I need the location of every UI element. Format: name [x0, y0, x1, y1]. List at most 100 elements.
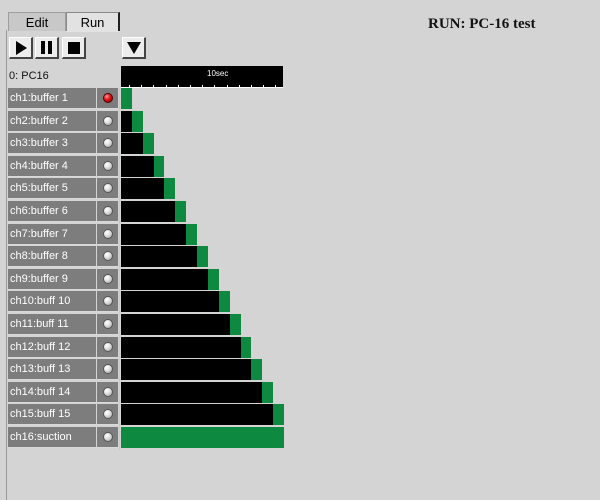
channel-label[interactable]: ch13:buff 13	[8, 359, 96, 381]
segment-off[interactable]	[121, 314, 230, 335]
segment-off[interactable]	[121, 110, 132, 132]
channel-led-toggle[interactable]	[97, 314, 118, 335]
triangle-down-icon	[126, 41, 141, 54]
stop-icon	[67, 41, 80, 54]
segment-off[interactable]	[121, 155, 154, 177]
segment-off[interactable]	[121, 336, 241, 358]
timescale-ruler[interactable]: 10sec	[121, 66, 283, 88]
channel-led-toggle[interactable]	[97, 268, 118, 290]
channel-label[interactable]: ch9:buffer 9	[8, 268, 96, 290]
channel-led-toggle[interactable]	[97, 133, 118, 155]
channel-led-toggle[interactable]	[97, 381, 118, 403]
channel-label[interactable]: ch12:buff 12	[8, 336, 96, 358]
channel-label[interactable]: ch3:buffer 3	[8, 133, 96, 155]
channel-row: ch9:buffer 9	[8, 268, 118, 290]
led-off-icon	[102, 364, 113, 375]
pause-button[interactable]	[35, 37, 59, 59]
channel-led-toggle[interactable]	[97, 246, 118, 268]
segment-on[interactable]	[131, 110, 143, 132]
segment-on[interactable]	[121, 88, 132, 109]
segment-on[interactable]	[121, 427, 284, 448]
segment-off[interactable]	[121, 404, 274, 426]
channel-label[interactable]: ch14:buff 14	[8, 381, 96, 403]
channel-led-toggle[interactable]	[97, 178, 118, 200]
tab-run-indicator	[66, 31, 120, 32]
channel-row: ch12:buff 12	[8, 336, 118, 358]
segment-off[interactable]	[121, 381, 263, 403]
channel-label[interactable]: ch1:buffer 1	[8, 88, 96, 109]
device-label: 0: PC16	[9, 70, 49, 82]
segment-off[interactable]	[121, 201, 176, 222]
channel-label[interactable]: ch8:buffer 8	[8, 246, 96, 268]
channel-label[interactable]: ch5:buffer 5	[8, 178, 96, 200]
channel-label[interactable]: ch2:buffer 2	[8, 110, 96, 132]
channel-led-toggle[interactable]	[97, 427, 118, 448]
channel-row: ch3:buffer 3	[8, 133, 118, 155]
led-off-icon	[102, 251, 113, 262]
led-off-icon	[102, 296, 113, 307]
column-divider	[119, 88, 120, 450]
segment-on[interactable]	[229, 314, 241, 335]
segment-on[interactable]	[218, 291, 230, 313]
segment-on[interactable]	[197, 246, 208, 268]
segment-on[interactable]	[153, 155, 165, 177]
channel-label[interactable]: ch15:buff 15	[8, 404, 96, 426]
led-off-icon	[102, 183, 113, 194]
segment-off[interactable]	[121, 223, 187, 245]
segment-off[interactable]	[121, 178, 165, 200]
segment-on[interactable]	[262, 381, 274, 403]
channel-led-toggle[interactable]	[97, 359, 118, 381]
channel-row: ch15:buff 15	[8, 404, 118, 426]
channel-led-toggle[interactable]	[97, 223, 118, 245]
channel-led-toggle[interactable]	[97, 201, 118, 222]
channel-led-toggle[interactable]	[97, 88, 118, 109]
pause-icon	[41, 41, 52, 54]
tab-run[interactable]: Run	[66, 12, 120, 31]
led-off-icon	[102, 432, 113, 442]
segment-on[interactable]	[251, 359, 263, 381]
channel-label[interactable]: ch7:buffer 7	[8, 223, 96, 245]
segment-on[interactable]	[207, 268, 219, 290]
channel-label[interactable]: ch10:buff 10	[8, 291, 96, 313]
segment-on[interactable]	[240, 336, 252, 358]
segment-on[interactable]	[164, 178, 176, 200]
channel-row: ch2:buffer 2	[8, 110, 118, 132]
tab-edit[interactable]: Edit	[8, 12, 66, 31]
led-off-icon	[102, 319, 113, 329]
channel-led-toggle[interactable]	[97, 155, 118, 177]
channel-label[interactable]: ch6:buffer 6	[8, 201, 96, 222]
channel-led-toggle[interactable]	[97, 291, 118, 313]
segment-off[interactable]	[121, 359, 252, 381]
play-button[interactable]	[9, 37, 33, 59]
led-off-icon	[102, 160, 113, 171]
play-icon	[16, 40, 27, 55]
channel-led-toggle[interactable]	[97, 110, 118, 132]
segment-off[interactable]	[121, 268, 208, 290]
channel-row: ch7:buffer 7	[8, 223, 118, 245]
segment-off[interactable]	[121, 133, 143, 155]
channel-label[interactable]: ch4:buffer 4	[8, 155, 96, 177]
segment-on[interactable]	[175, 201, 187, 222]
led-off-icon	[102, 138, 113, 149]
channel-row: ch13:buff 13	[8, 359, 118, 381]
led-off-icon	[102, 409, 113, 420]
channel-row: ch4:buffer 4	[8, 155, 118, 177]
segment-on[interactable]	[186, 223, 198, 245]
schedule-bars	[121, 88, 284, 450]
segment-off[interactable]	[121, 291, 219, 313]
channel-label[interactable]: ch16:suction	[8, 427, 96, 448]
channel-led-toggle[interactable]	[97, 336, 118, 358]
channel-label[interactable]: ch11:buff 11	[8, 314, 96, 335]
led-off-icon	[102, 273, 113, 284]
channel-led-toggle[interactable]	[97, 404, 118, 426]
timescale-label: 10sec	[207, 69, 229, 78]
segment-off[interactable]	[121, 246, 198, 268]
stop-button[interactable]	[62, 37, 86, 59]
segment-on[interactable]	[142, 133, 154, 155]
dropdown-button[interactable]	[122, 37, 146, 59]
run-window: Edit Run RUN: PC-16 test 0: PC16 10sec c…	[0, 0, 600, 500]
led-off-icon	[102, 115, 113, 126]
segment-on[interactable]	[273, 404, 284, 426]
channel-row: ch16:suction	[8, 427, 118, 448]
channel-row: ch8:buffer 8	[8, 246, 118, 268]
